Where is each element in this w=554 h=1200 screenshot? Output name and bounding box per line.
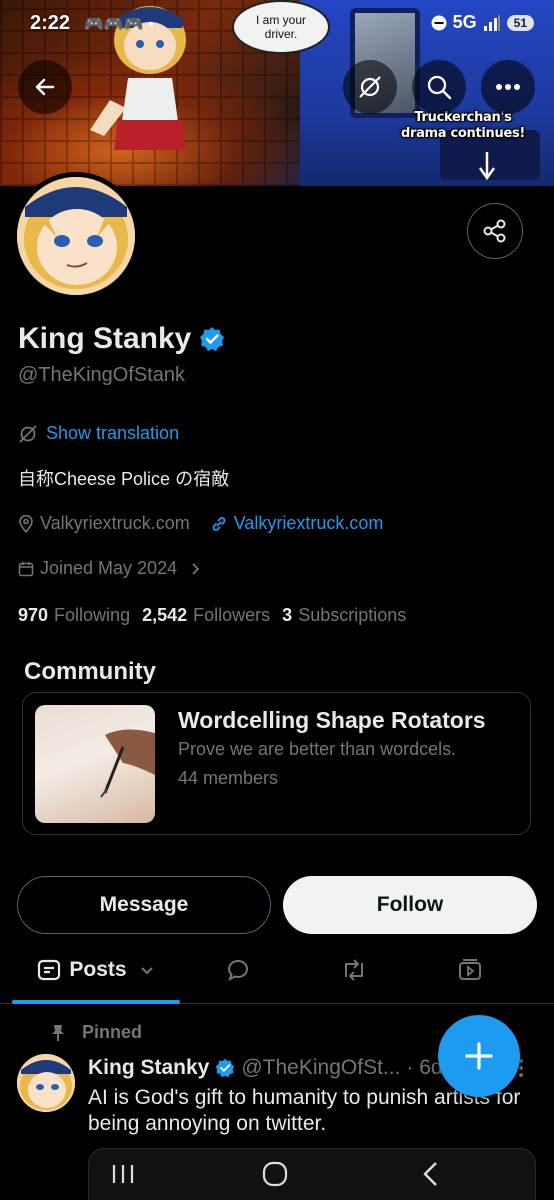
following-label: Following: [54, 605, 131, 625]
home-circle-icon: [262, 1161, 288, 1187]
profile-avatar[interactable]: [12, 172, 140, 300]
followers-count: 2,542: [142, 605, 188, 625]
more-options-button[interactable]: [481, 60, 535, 114]
post-author-name[interactable]: King Stanky: [88, 1056, 209, 1080]
post-author-handle[interactable]: @TheKingOfSt...: [241, 1056, 400, 1080]
share-button[interactable]: [467, 203, 523, 259]
tab-reposts[interactable]: [326, 938, 382, 1002]
community-card[interactable]: Wordcelling Shape Rotators Prove we are …: [22, 692, 531, 835]
tab-posts[interactable]: Posts: [12, 938, 180, 1002]
search-button[interactable]: [412, 60, 466, 114]
translate-button[interactable]: [343, 60, 397, 114]
tab-media[interactable]: [442, 938, 498, 1002]
compose-post-button[interactable]: [438, 1015, 520, 1097]
following-stat[interactable]: 970 Following: [18, 605, 130, 626]
arrow-down-icon: [478, 152, 496, 181]
more-horizontal-icon: [496, 84, 520, 90]
repost-icon: [345, 959, 363, 981]
post-header: King Stanky @TheKingOfSt... · 6d: [88, 1056, 443, 1080]
back-button[interactable]: [18, 60, 72, 114]
follow-button[interactable]: Follow: [283, 876, 537, 934]
profile-meta-row: Valkyriextruck.com Valkyriextruck.com: [18, 513, 383, 534]
banner-caption: Truckerchan's drama continues!: [400, 110, 526, 141]
posts-icon: [38, 959, 61, 981]
subscriptions-stat[interactable]: 3 Subscriptions: [282, 605, 406, 626]
link-icon: [212, 516, 226, 531]
show-translation-label: Show translation: [46, 423, 180, 443]
dnd-icon: [431, 15, 447, 30]
arrow-left-icon: [35, 78, 55, 96]
following-count: 970: [18, 605, 49, 625]
joined-row[interactable]: Joined May 2024: [18, 558, 203, 579]
share-icon: [483, 219, 506, 243]
media-icon: [459, 959, 481, 980]
pinned-indicator: Pinned: [50, 1022, 142, 1043]
pin-icon: [52, 1024, 64, 1041]
active-tab-indicator: [12, 1000, 180, 1004]
community-name: Wordcelling Shape Rotators: [178, 707, 486, 733]
profile-handle: @TheKingOfStank: [18, 364, 186, 386]
post-avatar-image: [17, 1054, 75, 1112]
chevron-left-icon: [423, 1162, 437, 1186]
post-author-avatar[interactable]: [17, 1054, 75, 1112]
battery-indicator: 51: [506, 14, 534, 31]
status-time: 2:22: [30, 12, 71, 34]
subscriptions-label: Subscriptions: [298, 605, 407, 625]
chevron-right-icon: [192, 562, 200, 575]
profile-name-text: King Stanky: [18, 322, 192, 355]
community-members: 44 members: [178, 768, 279, 788]
followers-label: Followers: [193, 605, 271, 625]
system-nav-bar: [88, 1148, 536, 1200]
status-bar: 2:22 🎮🎮🎮 • 5G 51: [0, 0, 554, 44]
profile-website-link[interactable]: Valkyriextruck.com: [210, 513, 384, 534]
location-pin-icon: [19, 514, 33, 533]
verified-badge-icon: [200, 327, 225, 351]
community-image: [35, 705, 155, 823]
profile-name: King Stanky: [18, 322, 225, 356]
message-button[interactable]: Message: [17, 876, 271, 934]
calendar-icon: [18, 561, 34, 576]
pinned-label: Pinned: [82, 1022, 143, 1042]
translate-off-icon: [19, 424, 37, 443]
profile-bio: 自称Cheese Police の宿敵: [18, 469, 230, 489]
signal-icon: [483, 14, 500, 31]
followers-stat[interactable]: 2,542 Followers: [142, 605, 270, 626]
verified-badge-icon: [216, 1058, 235, 1078]
community-section-title: Community: [24, 658, 156, 685]
recent-apps-button[interactable]: [103, 1157, 143, 1191]
home-button[interactable]: [255, 1157, 295, 1191]
tab-posts-label: Posts: [69, 958, 127, 981]
network-label: 5G: [452, 12, 477, 32]
translate-off-icon: [359, 76, 381, 98]
profile-website-label: Valkyriextruck.com: [233, 513, 384, 533]
plus-icon: [465, 1042, 493, 1070]
avatar-image: [17, 177, 135, 295]
community-thumbnail: [100, 729, 155, 798]
profile-location: Valkyriextruck.com: [40, 513, 190, 533]
subscriptions-count: 3: [282, 605, 293, 625]
profile-tabs: Posts: [0, 938, 554, 1004]
tab-replies[interactable]: [210, 938, 266, 1002]
show-translation-link[interactable]: Show translation: [18, 423, 179, 444]
recent-apps-icon: [112, 1165, 134, 1183]
community-description: Prove we are better than wordcels.: [178, 739, 457, 759]
reply-icon: [227, 959, 248, 981]
joined-date: Joined May 2024: [40, 558, 178, 578]
chevron-down-icon: [140, 967, 153, 975]
system-back-button[interactable]: [411, 1157, 451, 1191]
search-icon: [427, 75, 452, 100]
profile-stats: 970 Following 2,542 Followers 3 Subscriptio…: [18, 605, 406, 626]
notification-icons: 🎮🎮🎮 •: [84, 16, 154, 33]
